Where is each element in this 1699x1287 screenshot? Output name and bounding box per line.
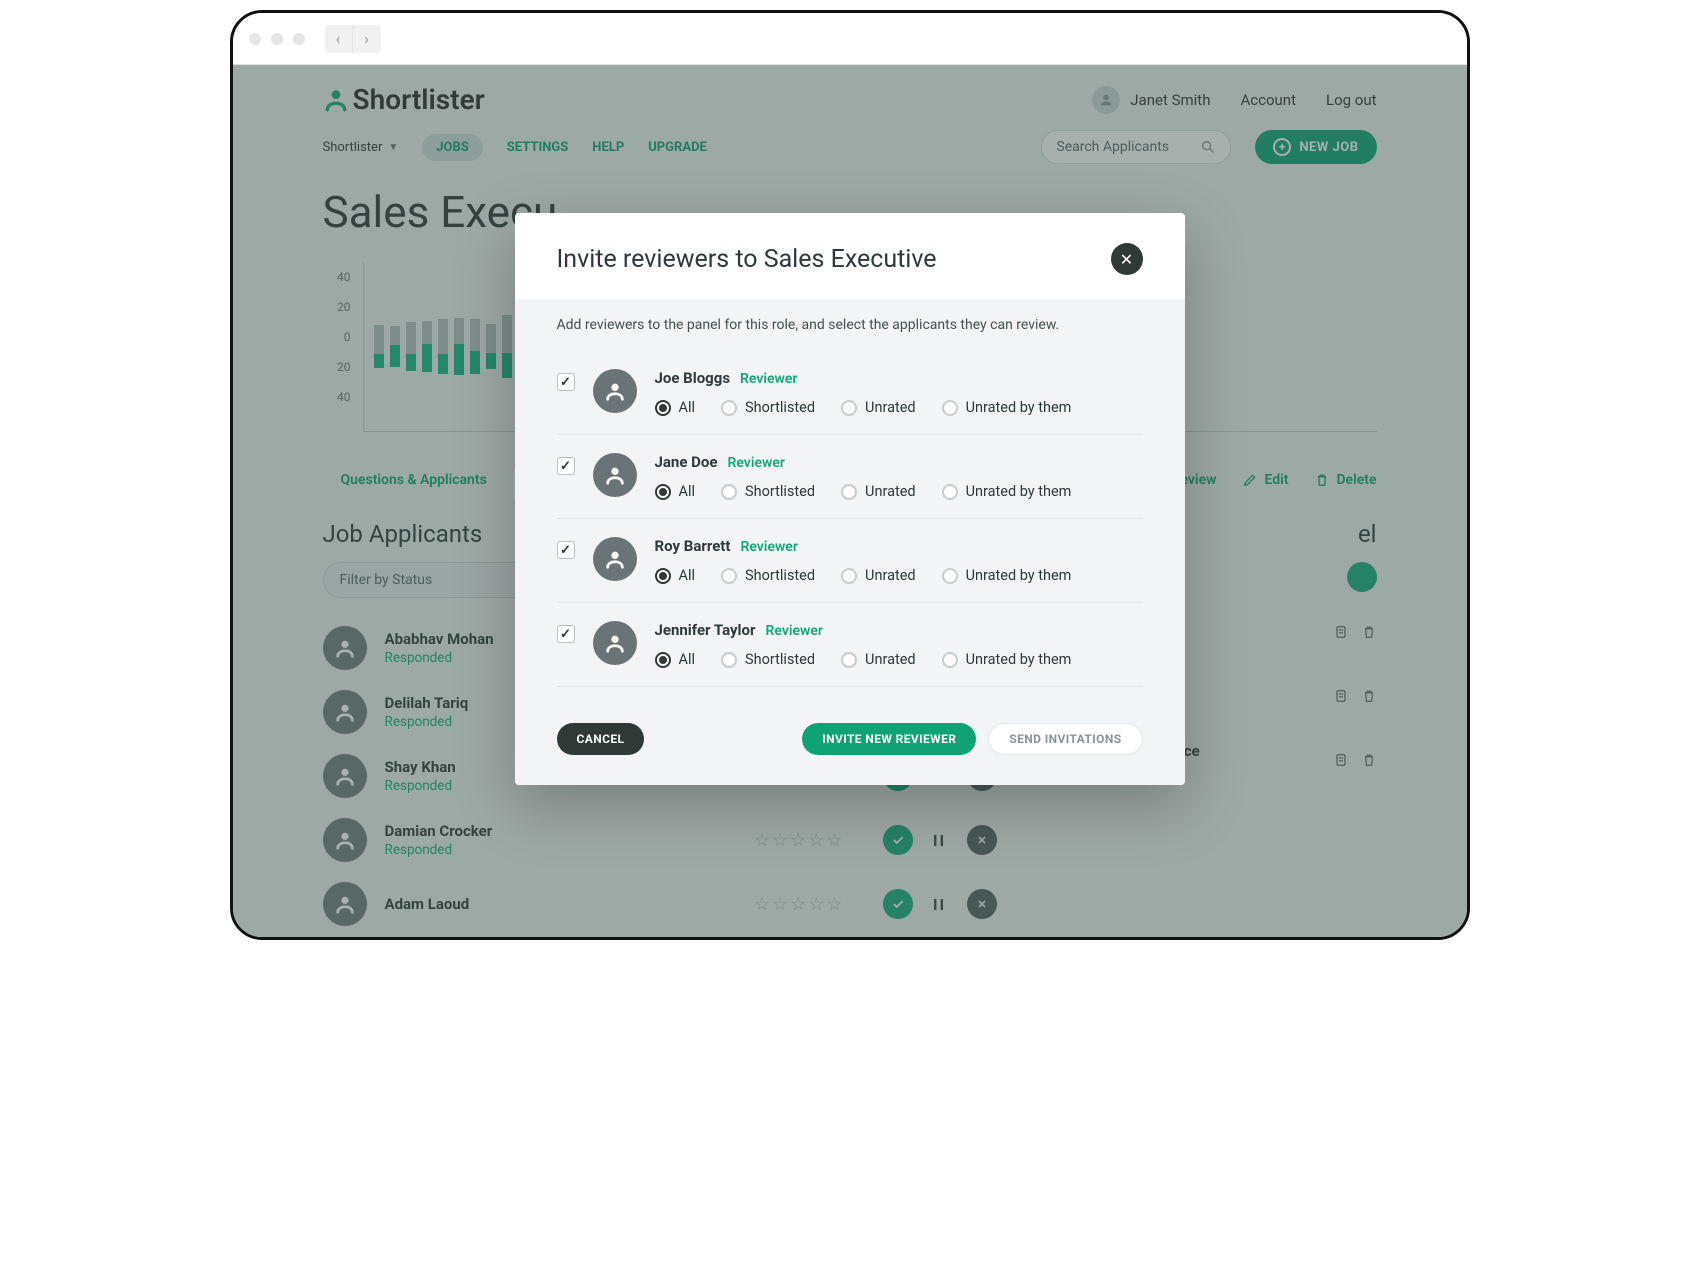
close-button[interactable]: ✕ xyxy=(1111,243,1143,275)
radio-unrated-by-them[interactable]: Unrated by them xyxy=(942,567,1072,584)
radio-label: Shortlisted xyxy=(745,483,815,500)
modal-title: Invite reviewers to Sales Executive xyxy=(557,245,937,274)
close-icon: ✕ xyxy=(1120,250,1133,269)
radio-dot xyxy=(841,484,857,500)
radio-label: Unrated by them xyxy=(966,399,1072,416)
radio-dot xyxy=(721,568,737,584)
radio-label: All xyxy=(679,567,696,584)
radio-label: All xyxy=(679,399,696,416)
radio-unrated-by-them[interactable]: Unrated by them xyxy=(942,483,1072,500)
traffic-light xyxy=(249,33,261,45)
radio-dot xyxy=(721,400,737,416)
radio-dot xyxy=(841,652,857,668)
radio-dot xyxy=(721,652,737,668)
radio-all[interactable]: All xyxy=(655,483,696,500)
reviewer-name: Jane Doe xyxy=(655,453,718,471)
radio-all[interactable]: All xyxy=(655,567,696,584)
send-invitations-button[interactable]: SEND INVITATIONS xyxy=(988,723,1142,755)
radio-dot xyxy=(841,400,857,416)
radio-label: Unrated xyxy=(865,567,916,584)
avatar-icon xyxy=(593,537,637,581)
radio-label: Unrated xyxy=(865,399,916,416)
radio-unrated-by-them[interactable]: Unrated by them xyxy=(942,651,1072,668)
browser-chrome: ‹ › xyxy=(233,13,1467,65)
radio-all[interactable]: All xyxy=(655,651,696,668)
avatar-icon xyxy=(593,369,637,413)
radio-dot xyxy=(942,652,958,668)
radio-shortlisted[interactable]: Shortlisted xyxy=(721,567,815,584)
radio-shortlisted[interactable]: Shortlisted xyxy=(721,399,815,416)
traffic-light xyxy=(293,33,305,45)
radio-unrated[interactable]: Unrated xyxy=(841,651,916,668)
radio-all[interactable]: All xyxy=(655,399,696,416)
radio-dot xyxy=(942,484,958,500)
radio-label: Shortlisted xyxy=(745,399,815,416)
reviewer-role: Reviewer xyxy=(727,455,784,471)
send-label: SEND INVITATIONS xyxy=(1009,732,1121,746)
reviewer-row: Joe Bloggs Reviewer All Shortlisted Unrated U… xyxy=(557,351,1143,435)
invite-label: INVITE NEW REVIEWER xyxy=(822,732,956,746)
radio-dot xyxy=(655,484,671,500)
radio-unrated-by-them[interactable]: Unrated by them xyxy=(942,399,1072,416)
reviewer-role: Reviewer xyxy=(740,539,797,555)
radio-label: Shortlisted xyxy=(745,567,815,584)
radio-unrated[interactable]: Unrated xyxy=(841,567,916,584)
radio-dot xyxy=(655,568,671,584)
radio-label: Unrated xyxy=(865,483,916,500)
radio-label: Unrated xyxy=(865,651,916,668)
radio-dot xyxy=(841,568,857,584)
reviewer-name: Joe Bloggs xyxy=(655,369,731,387)
radio-dot xyxy=(721,484,737,500)
radio-shortlisted[interactable]: Shortlisted xyxy=(721,651,815,668)
radio-unrated[interactable]: Unrated xyxy=(841,399,916,416)
radio-dot xyxy=(942,400,958,416)
reviewer-checkbox[interactable] xyxy=(557,541,575,559)
reviewer-checkbox[interactable] xyxy=(557,457,575,475)
radio-label: All xyxy=(679,483,696,500)
radio-dot xyxy=(655,400,671,416)
radio-dot xyxy=(655,652,671,668)
avatar-icon xyxy=(593,453,637,497)
avatar-icon xyxy=(593,621,637,665)
cancel-button[interactable]: CANCEL xyxy=(557,723,645,755)
forward-button[interactable]: › xyxy=(353,25,381,53)
modal-subtitle: Add reviewers to the panel for this role… xyxy=(515,299,1185,351)
reviewer-checkbox[interactable] xyxy=(557,373,575,391)
radio-label: Unrated by them xyxy=(966,483,1072,500)
reviewer-row: Jennifer Taylor Reviewer All Shortlisted Unr… xyxy=(557,603,1143,687)
reviewer-name: Jennifer Taylor xyxy=(655,621,756,639)
back-button[interactable]: ‹ xyxy=(325,25,353,53)
radio-label: Unrated by them xyxy=(966,651,1072,668)
invite-new-reviewer-button[interactable]: INVITE NEW REVIEWER xyxy=(802,723,976,755)
reviewer-row: Jane Doe Reviewer All Shortlisted Unrated Unr… xyxy=(557,435,1143,519)
radio-label: Shortlisted xyxy=(745,651,815,668)
reviewer-row: Roy Barrett Reviewer All Shortlisted Unrated… xyxy=(557,519,1143,603)
reviewer-role: Reviewer xyxy=(740,371,797,387)
cancel-label: CANCEL xyxy=(577,732,625,746)
radio-label: All xyxy=(679,651,696,668)
reviewer-checkbox[interactable] xyxy=(557,625,575,643)
reviewer-role: Reviewer xyxy=(765,623,822,639)
radio-dot xyxy=(942,568,958,584)
reviewer-name: Roy Barrett xyxy=(655,537,731,555)
invite-reviewers-modal: Invite reviewers to Sales Executive ✕ Ad… xyxy=(515,213,1185,785)
radio-shortlisted[interactable]: Shortlisted xyxy=(721,483,815,500)
radio-unrated[interactable]: Unrated xyxy=(841,483,916,500)
radio-label: Unrated by them xyxy=(966,567,1072,584)
traffic-light xyxy=(271,33,283,45)
